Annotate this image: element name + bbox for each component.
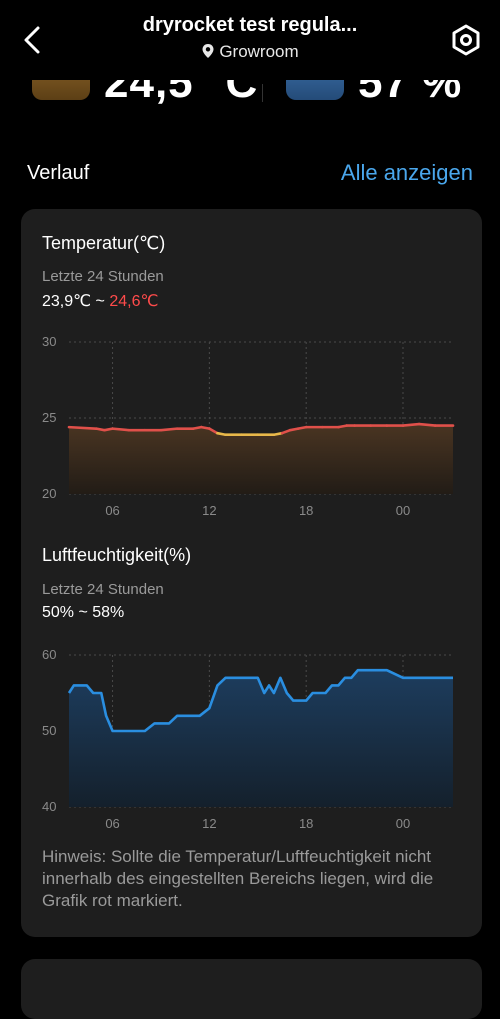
x-tick-label: 00 bbox=[396, 503, 410, 518]
series-line-segment bbox=[419, 424, 435, 426]
settings-button[interactable] bbox=[446, 20, 486, 60]
back-button[interactable] bbox=[18, 20, 50, 60]
humidity-chart[interactable]: 40 50 60 06 12 18 00 bbox=[21, 643, 482, 839]
readings-divider bbox=[262, 84, 263, 102]
current-readings: 24,5 °C 57 % bbox=[0, 80, 500, 110]
temperature-range: 23,9℃ ~ 24,6℃ bbox=[42, 291, 158, 311]
x-tick-label: 00 bbox=[396, 816, 410, 831]
temperature-period: Letzte 24 Stunden bbox=[42, 268, 164, 285]
x-tick-label: 06 bbox=[105, 503, 119, 518]
location-label: Growroom bbox=[80, 42, 420, 62]
next-card bbox=[21, 959, 482, 1019]
location-pin-icon bbox=[201, 43, 215, 59]
temperature-range-high: 24,6℃ bbox=[109, 293, 158, 310]
y-tick-label: 40 bbox=[42, 799, 56, 814]
humidity-period: Letzte 24 Stunden bbox=[42, 581, 164, 598]
temperature-range-low: 23,9℃ ~ bbox=[42, 293, 109, 310]
y-tick-label: 60 bbox=[42, 647, 56, 662]
settings-hexagon-icon bbox=[446, 20, 486, 60]
series-line-segment bbox=[113, 429, 129, 431]
temperature-value: 24,5 °C bbox=[104, 80, 258, 108]
y-tick-label: 20 bbox=[42, 486, 56, 501]
hint-text: Hinweis: Sollte die Temperatur/Luftfeuch… bbox=[42, 846, 462, 912]
x-tick-label: 18 bbox=[299, 503, 313, 518]
temperature-icon bbox=[32, 80, 90, 100]
chevron-left-icon bbox=[18, 20, 50, 60]
series-line-segment bbox=[161, 429, 177, 431]
humidity-range: 50% ~ 58% bbox=[42, 604, 124, 622]
temperature-chart[interactable]: 20 25 30 06 12 18 00 bbox=[21, 330, 482, 526]
series-line-segment bbox=[403, 424, 419, 426]
location-text: Growroom bbox=[219, 42, 298, 61]
history-heading: Verlauf bbox=[27, 162, 89, 185]
humidity-chart-title: Luftfeuchtigkeit(%) bbox=[42, 545, 191, 566]
series-area bbox=[69, 670, 453, 807]
x-tick-label: 06 bbox=[105, 816, 119, 831]
device-title: dryrocket test regula... bbox=[80, 14, 420, 37]
x-tick-label: 18 bbox=[299, 816, 313, 831]
y-tick-label: 50 bbox=[42, 723, 56, 738]
show-all-link[interactable]: Alle anzeigen bbox=[341, 160, 473, 186]
y-tick-label: 25 bbox=[42, 410, 56, 425]
humidity-value: 57 % bbox=[358, 80, 462, 108]
x-tick-label: 12 bbox=[202, 816, 216, 831]
history-card[interactable]: Temperatur(℃) Letzte 24 Stunden 23,9℃ ~ … bbox=[21, 209, 482, 937]
y-tick-label: 30 bbox=[42, 334, 56, 349]
header: dryrocket test regula... Growroom bbox=[0, 0, 500, 80]
series-line-segment bbox=[69, 427, 96, 429]
temperature-chart-title: Temperatur(℃) bbox=[42, 233, 165, 254]
x-tick-label: 12 bbox=[202, 503, 216, 518]
humidity-icon bbox=[286, 80, 344, 100]
